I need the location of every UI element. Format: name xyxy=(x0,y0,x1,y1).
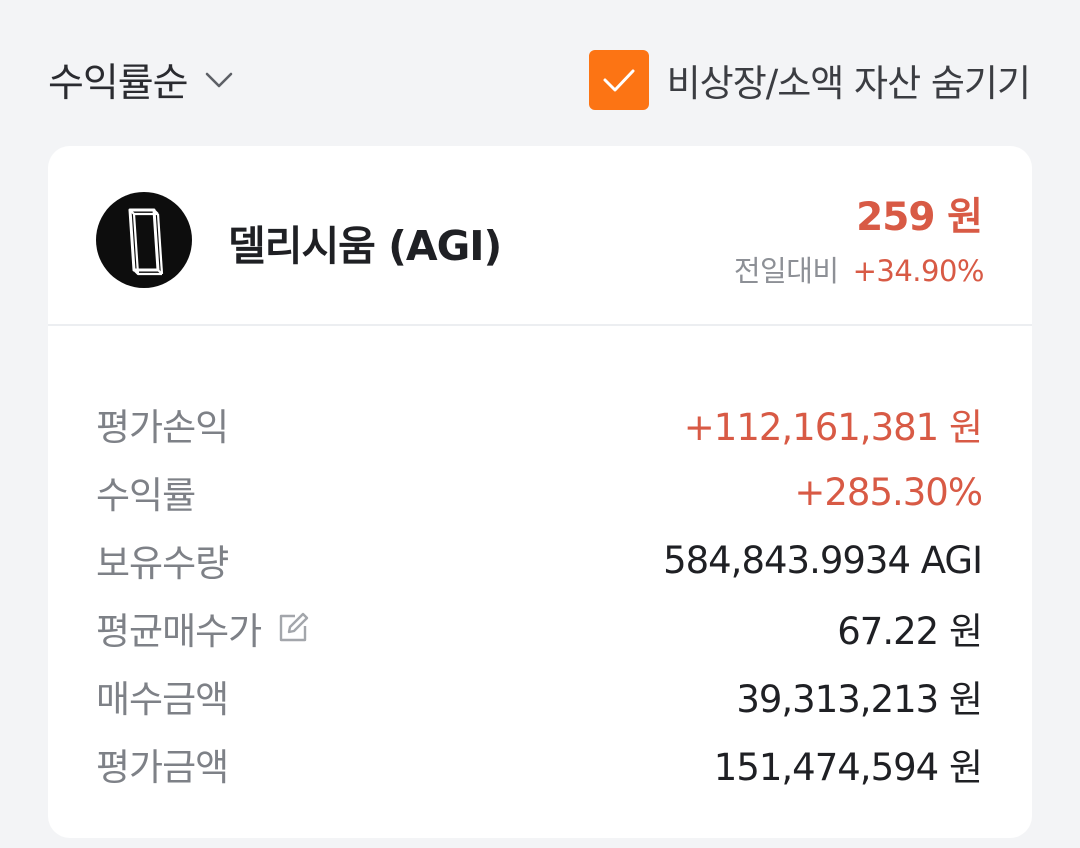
detail-row-purchase-amount: 매수금액 39,313,213 원 xyxy=(48,662,1032,730)
average-buy-price-label-text: 평균매수가 xyxy=(96,610,262,653)
holding-quantity-value: 584,843.9934 AGI xyxy=(663,538,983,582)
holding-quantity-label: 보유수량 xyxy=(96,542,229,585)
hide-small-assets-checkbox[interactable] xyxy=(588,50,649,110)
edit-icon[interactable] xyxy=(273,608,313,648)
checkmark-icon xyxy=(603,69,635,92)
profit-loss-label: 평가손익 xyxy=(96,406,229,449)
delysium-logo-icon xyxy=(96,192,192,288)
hide-small-assets-toggle[interactable]: 비상장/소액 자산 숨기기 xyxy=(588,49,1031,111)
return-rate-value: +285.30% xyxy=(794,470,983,514)
sort-dropdown[interactable]: 수익률순 xyxy=(48,48,236,112)
return-rate-label: 수익률 xyxy=(96,474,196,517)
purchase-amount-value: 39,313,213 원 xyxy=(736,678,983,721)
chevron-down-icon xyxy=(202,63,236,97)
average-buy-price-label: 평균매수가 xyxy=(96,601,313,655)
asset-details: 평가손익 +112,161,381 원 수익률 +285.30% 보유수량 58… xyxy=(48,326,1032,798)
portfolio-screen: 수익률순 비상장/소액 자산 숨기기 델리시움 (AGI) 259 원 전일대비… xyxy=(0,0,1080,848)
hide-small-assets-label: 비상장/소액 자산 숨기기 xyxy=(666,62,1031,105)
detail-row-return-rate: 수익률 +285.30% xyxy=(48,458,1032,526)
sort-label: 수익률순 xyxy=(48,61,189,106)
asset-card-header: 델리시움 (AGI) 259 원 전일대비 +34.90% xyxy=(48,146,1032,326)
valuation-amount-value: 151,474,594 원 xyxy=(713,746,983,789)
average-buy-price-value: 67.22 원 xyxy=(837,610,983,653)
detail-row-profit-loss: 평가손익 +112,161,381 원 xyxy=(48,390,1032,458)
daily-change-label: 전일대비 xyxy=(733,254,839,288)
daily-change-value: +34.90% xyxy=(852,254,985,288)
detail-row-valuation-amount: 평가금액 151,474,594 원 xyxy=(48,730,1032,798)
current-price: 259 원 xyxy=(856,195,983,240)
asset-name: 델리시움 (AGI) xyxy=(228,222,502,270)
detail-row-average-buy-price: 평균매수가 67.22 원 xyxy=(48,594,1032,662)
profit-loss-value: +112,161,381 원 xyxy=(683,406,983,449)
valuation-amount-label: 평가금액 xyxy=(96,746,229,789)
purchase-amount-label: 매수금액 xyxy=(96,678,229,721)
detail-row-holding-quantity: 보유수량 584,843.9934 AGI xyxy=(48,526,1032,594)
daily-change: 전일대비 +34.90% xyxy=(733,248,985,290)
asset-card[interactable]: 델리시움 (AGI) 259 원 전일대비 +34.90% 평가손익 +112,… xyxy=(48,146,1032,838)
